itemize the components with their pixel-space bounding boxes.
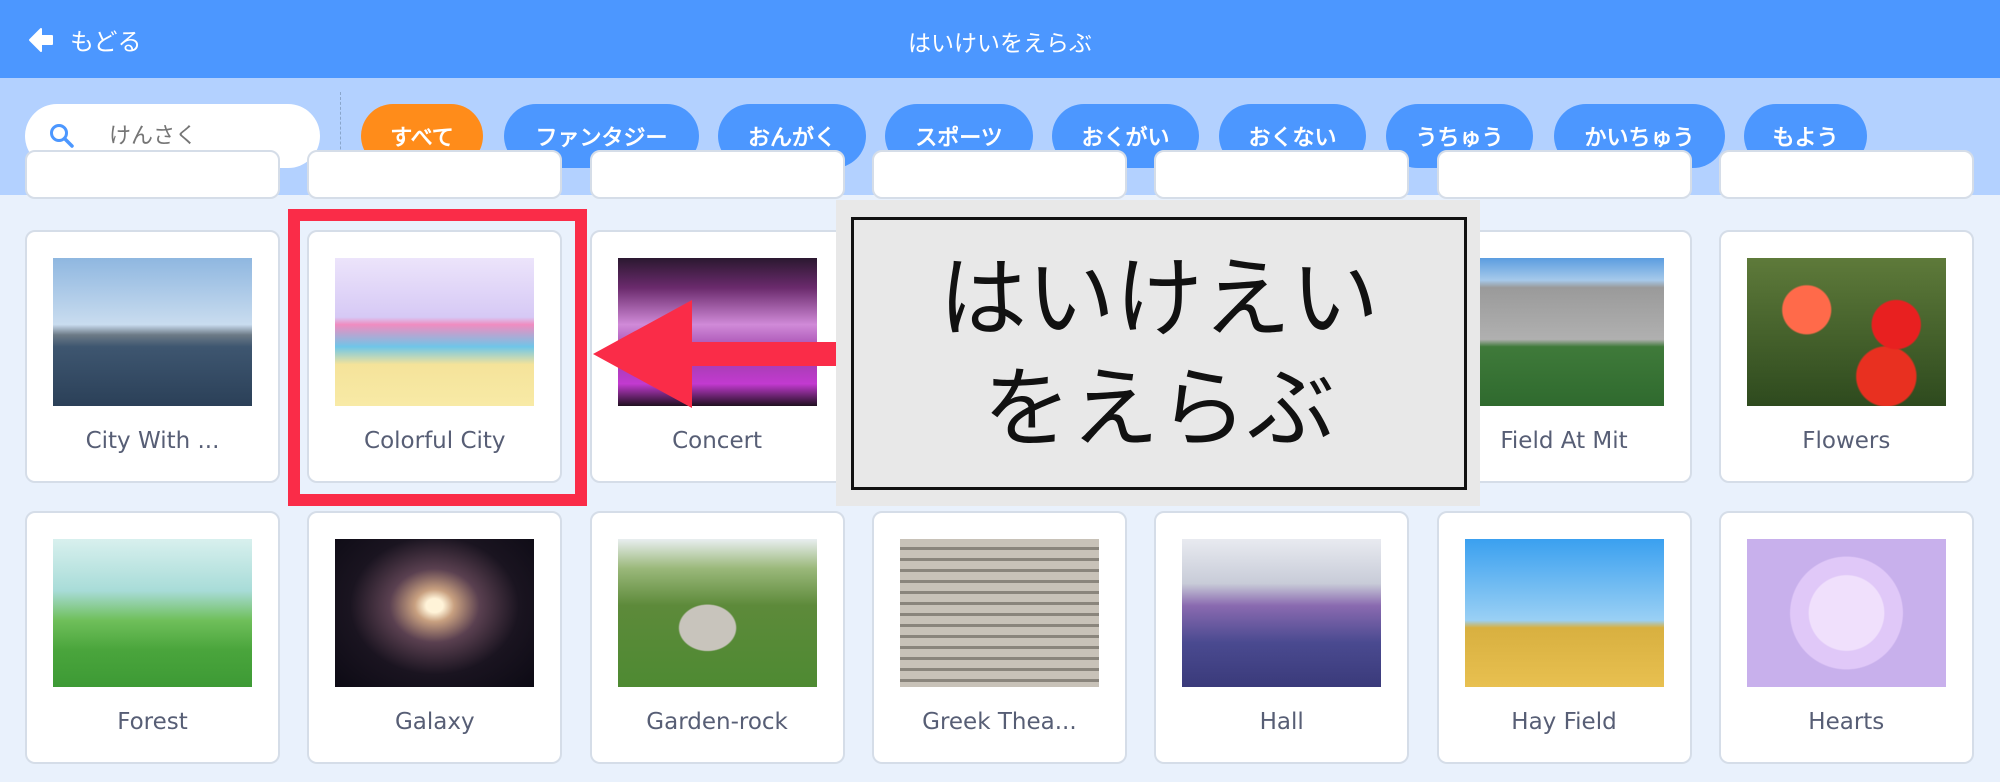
backdrop-card[interactable]	[25, 150, 280, 199]
backdrop-thumbnail	[1746, 539, 1946, 687]
highlight-box	[288, 209, 587, 506]
backdrop-thumbnail	[1746, 258, 1946, 406]
backdrop-card[interactable]: Greek Thea...	[871, 511, 1127, 764]
search-icon	[50, 124, 74, 148]
annotation-arrow-icon	[593, 300, 837, 408]
page-title: はいけいをえらぶ	[908, 31, 1092, 57]
backdrop-card[interactable]	[307, 150, 563, 199]
backdrop-card[interactable]: Hay Field	[1436, 511, 1692, 764]
backdrop-thumbnail	[53, 539, 252, 687]
backdrop-thumbnail	[53, 258, 252, 406]
backdrop-card[interactable]	[1154, 150, 1410, 199]
backdrop-card[interactable]: Hearts	[1718, 511, 1974, 764]
backdrop-card[interactable]: Galaxy	[307, 511, 563, 764]
backdrop-label: Galaxy	[394, 709, 475, 735]
backdrop-label: Hay Field	[1511, 709, 1617, 735]
backdrop-thumbnail	[1464, 258, 1664, 406]
header: もどる はいけいをえらぶ	[0, 0, 2000, 78]
backdrop-label: Concert	[672, 428, 763, 454]
backdrop-label: Flowers	[1802, 428, 1891, 454]
backdrop-label: City With ...	[85, 428, 220, 454]
backdrop-card[interactable]: City With ...	[25, 230, 280, 483]
backdrop-label: Hearts	[1808, 709, 1885, 735]
backdrop-thumbnail	[335, 539, 535, 687]
annotation-callout: はいけえいをえらぶ	[836, 200, 1480, 506]
backdrop-label: Forest	[117, 709, 188, 735]
backdrop-card[interactable]: Hall	[1154, 511, 1410, 764]
backdrop-thumbnail	[617, 539, 817, 687]
backdrop-card[interactable]: Forest	[25, 511, 280, 764]
search-input[interactable]	[109, 123, 289, 149]
backdrop-card[interactable]: Flowers	[1718, 230, 1974, 483]
annotation-text: はいけえいをえらぶ	[851, 217, 1467, 490]
backdrop-thumbnail	[1464, 539, 1664, 687]
backdrop-card[interactable]	[871, 150, 1127, 199]
backdrop-card[interactable]	[1718, 150, 1974, 199]
backdrop-thumbnail	[899, 539, 1099, 687]
backdrop-card[interactable]	[589, 150, 845, 199]
backdrop-label: Garden-rock	[646, 709, 788, 735]
backdrop-label: Greek Thea...	[922, 709, 1077, 735]
backdrop-card[interactable]	[1436, 150, 1692, 199]
backdrop-thumbnail	[1182, 539, 1382, 687]
backdrop-card[interactable]: Garden-rock	[589, 511, 845, 764]
backdrop-label: Hall	[1259, 709, 1304, 735]
